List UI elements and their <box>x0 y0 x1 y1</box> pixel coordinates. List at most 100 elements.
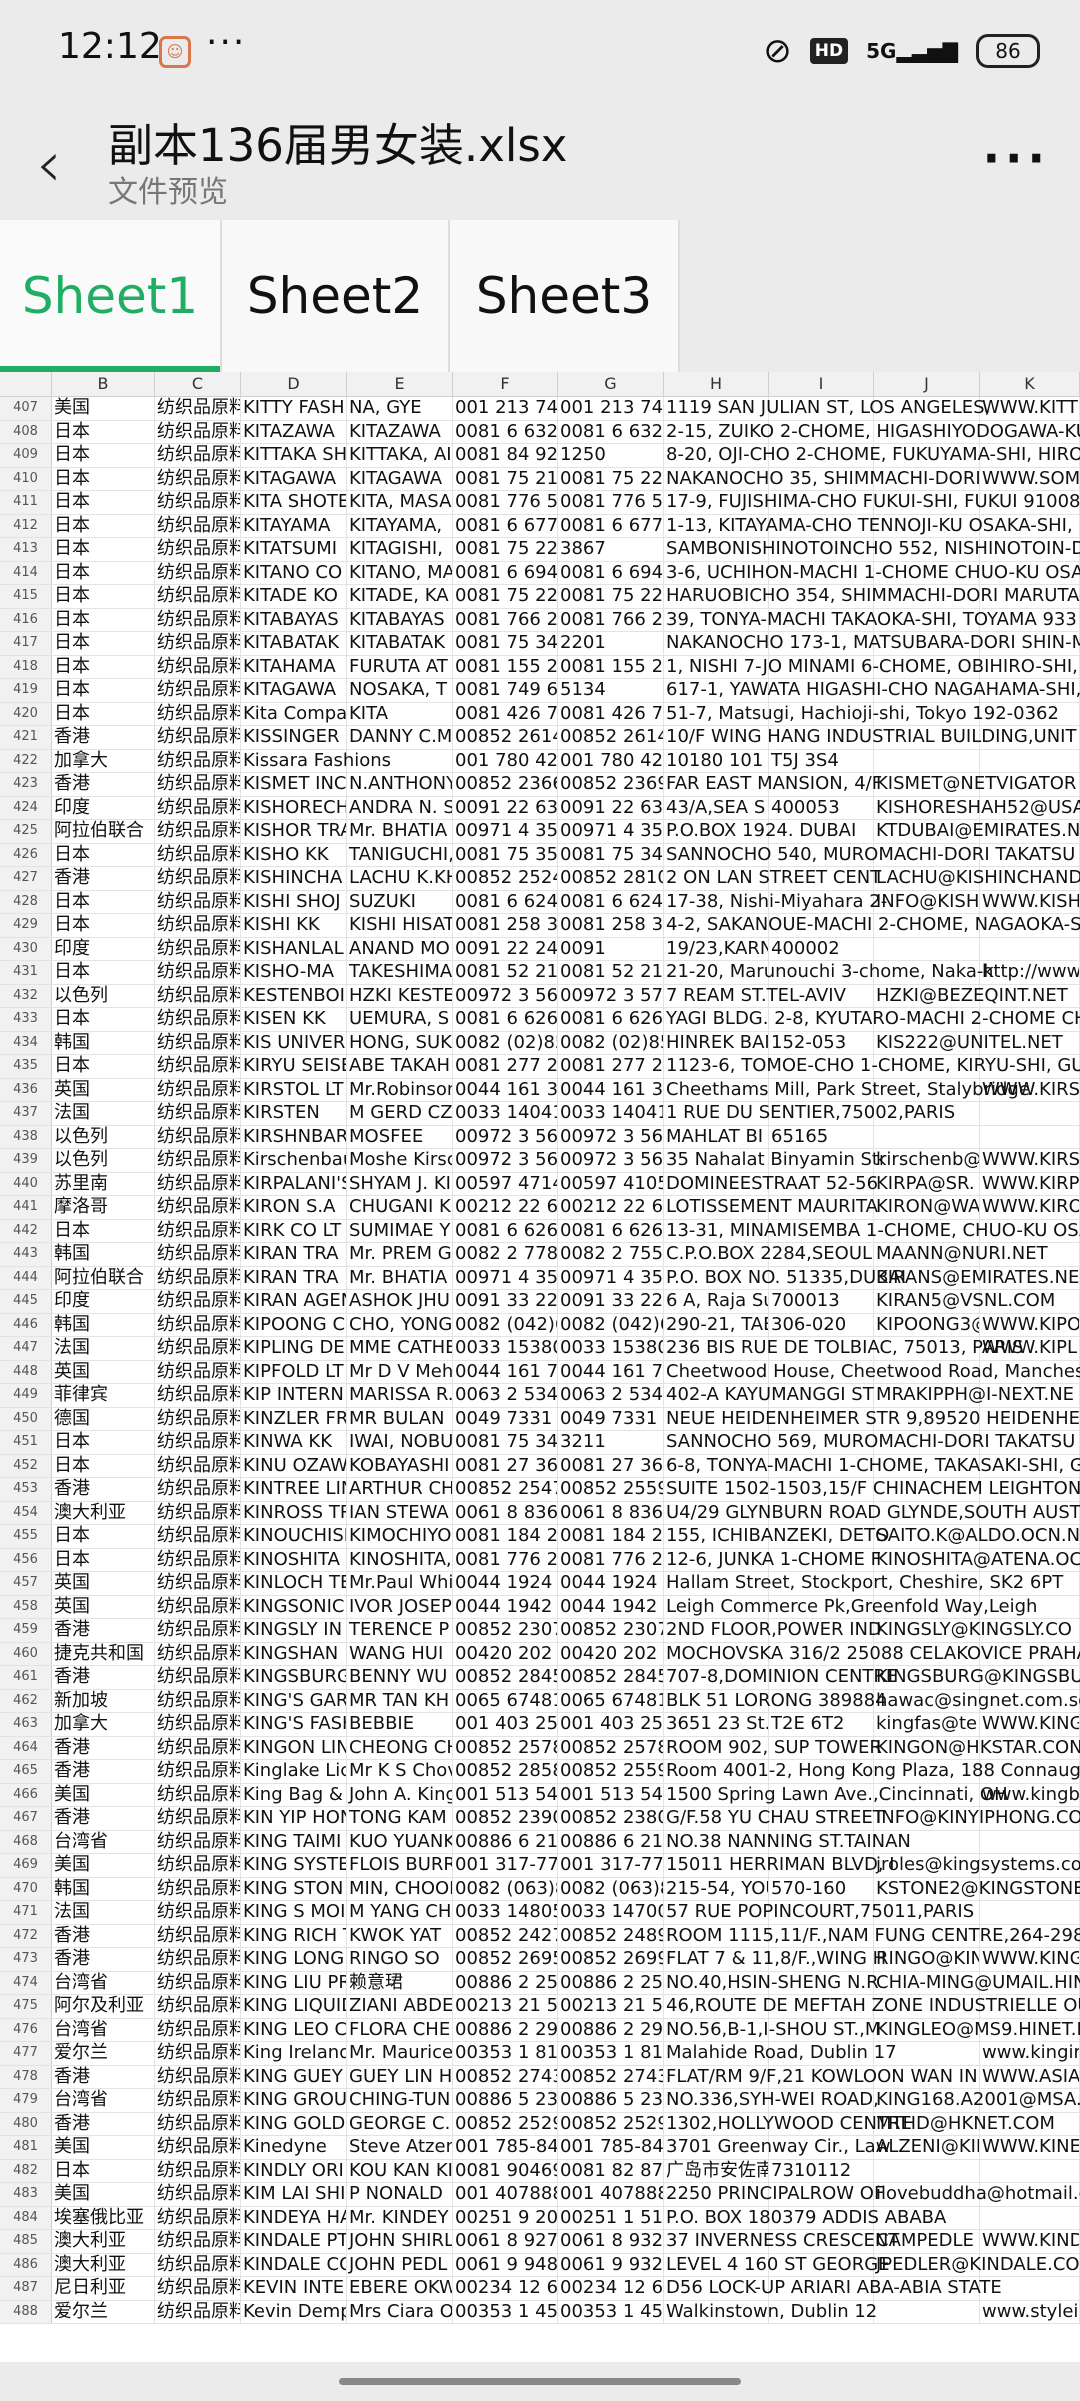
cell-g[interactable]: 001 780 42 <box>558 749 664 772</box>
cell-b[interactable]: 埃塞俄比亚 <box>52 2206 155 2229</box>
cell-f[interactable]: 0081 75 221 <box>453 538 558 561</box>
cell-f[interactable]: 0063 2 534 <box>453 1384 558 1407</box>
row-number[interactable]: 488 <box>0 2300 52 2323</box>
cell-b[interactable]: 阿尔及利亚 <box>52 1995 155 2018</box>
cell-c[interactable]: 纺织品原料 <box>155 1501 241 1524</box>
cell-g[interactable]: 001 317-776 <box>558 1854 664 1877</box>
cell-g[interactable]: 00852 2743 <box>558 2065 664 2088</box>
row-number[interactable]: 447 <box>0 1337 52 1360</box>
cell-b[interactable]: 香港 <box>52 1807 155 1830</box>
cell-h[interactable]: 1 RUE DU SENTIER,75002,PARIS <box>664 1102 955 1125</box>
row-number[interactable]: 443 <box>0 1243 52 1266</box>
cell-h[interactable]: 39, TONYA-MACHI TAKAOKA-SHI, TOYAMA 933 <box>664 608 1077 631</box>
cell-b[interactable]: 日本 <box>52 2159 155 2182</box>
row-number[interactable]: 472 <box>0 1924 52 1947</box>
cell-f[interactable]: 00886 5 23 <box>453 2089 558 2112</box>
cell-k[interactable] <box>980 937 1080 960</box>
cell-h[interactable]: 10180 101 St <box>664 749 769 772</box>
cell-k[interactable] <box>980 749 1080 772</box>
cell-f[interactable]: 00852 2366 <box>453 773 558 796</box>
cell-f[interactable]: 0081 258 35 <box>453 914 558 937</box>
cell-h[interactable]: 6-8, TONYA-MACHI 1-CHOME, TAKASAKI-SHI, … <box>664 1454 1080 1477</box>
cell-b[interactable]: 日本 <box>52 585 155 608</box>
row-number[interactable]: 431 <box>0 961 52 984</box>
cell-b[interactable]: 韩国 <box>52 1313 155 1336</box>
cell-d[interactable]: KIRAN TRA <box>241 1266 347 1289</box>
cell-h[interactable]: 35 Nahalat Binyamin Str <box>664 1149 886 1172</box>
cell-f[interactable]: 00251 9 20 <box>453 2206 558 2229</box>
cell-c[interactable]: 纺织品原料 <box>155 1384 241 1407</box>
cell-c[interactable]: 纺织品原料 <box>155 655 241 678</box>
cell-e[interactable]: Moshe Kirsc <box>347 1149 453 1172</box>
cell-c[interactable]: 纺织品原料 <box>155 632 241 655</box>
cell-e[interactable]: TERENCE P <box>347 1619 453 1642</box>
cell-h[interactable]: 2-15, ZUIKO 2-CHOME, HIGASHIYODOGAWA-KU <box>664 420 1080 443</box>
row-number[interactable]: 442 <box>0 1219 52 1242</box>
cell-k[interactable]: WWW.SOM <box>980 467 1080 490</box>
cell-j[interactable]: SAITO.K@ALDO.OCN.N <box>874 1525 1080 1548</box>
cell-d[interactable]: KINGSBURG <box>241 1666 347 1689</box>
cell-h[interactable]: 12-6, JUNKA 1-CHOME F <box>664 1548 881 1571</box>
cell-g[interactable]: 00852 2559 <box>558 1478 664 1501</box>
cell-g[interactable]: 0082 2 755 <box>558 1243 664 1266</box>
row-number[interactable]: 446 <box>0 1313 52 1336</box>
cell-g[interactable]: 0082 (02)85 <box>558 1031 664 1054</box>
cell-b[interactable]: 加拿大 <box>52 749 155 772</box>
cell-d[interactable]: KING LIU PR <box>241 1971 347 1994</box>
cell-h[interactable]: NAKANOCHO 35, SHIMMACHI-DORI <box>664 467 981 490</box>
cell-g[interactable]: 00886 6 213 <box>558 1830 664 1853</box>
cell-d[interactable]: KINDEYA HA <box>241 2206 347 2229</box>
cell-e[interactable]: Mr. Maurice <box>347 2042 453 2065</box>
cell-h[interactable]: Malahide Road, Dublin 17 <box>664 2042 897 2065</box>
cell-g[interactable]: 00251 1 513 <box>558 2206 664 2229</box>
cell-h[interactable]: 155, ICHIBANZEKI, DETO <box>664 1525 889 1548</box>
row-number[interactable]: 481 <box>0 2136 52 2159</box>
cell-d[interactable]: KISHO KK <box>241 843 347 866</box>
cell-g[interactable]: 0044 1942 <box>558 1595 664 1618</box>
cell-g[interactable]: 0082 (042)6 <box>558 1313 664 1336</box>
cell-f[interactable]: 0081 6 6261 <box>453 1008 558 1031</box>
cell-c[interactable]: 纺织品原料 <box>155 961 241 984</box>
row-number[interactable]: 407 <box>0 397 52 420</box>
cell-h[interactable]: 17-38, Nishi-Miyahara 2- <box>664 890 887 913</box>
cell-b[interactable]: 日本 <box>52 491 155 514</box>
cell-g[interactable]: 0061 8 836 <box>558 1501 664 1524</box>
cell-k[interactable]: WWW.KINE <box>980 2136 1080 2159</box>
cell-e[interactable]: KOU KAN KI <box>347 2159 453 2182</box>
cell-h[interactable]: 10/F WING HANG INDUSTRIAL BUILDING,UNIT … <box>664 726 1080 749</box>
row-number[interactable]: 478 <box>0 2065 52 2088</box>
cell-j[interactable]: KINGON@HKSTAR.CON <box>874 1736 1080 1759</box>
cell-f[interactable]: 001 407888 <box>453 2183 558 2206</box>
cell-d[interactable]: KINDALE PT <box>241 2230 347 2253</box>
cell-f[interactable]: 00597 4714 <box>453 1172 558 1195</box>
row-number[interactable]: 473 <box>0 1948 52 1971</box>
cell-d[interactable]: KIRK CO LT <box>241 1219 347 1242</box>
cell-h[interactable]: 51-7, Matsugi, Hachioji-shi, Tokyo 192-0… <box>664 702 1059 725</box>
cell-c[interactable]: 纺织品原料 <box>155 1337 241 1360</box>
cell-f[interactable]: 0082 (063)8 <box>453 1877 558 1900</box>
cell-h[interactable]: SUITE 1502-1503,15/F CHINACHEM LEIGHTON … <box>664 1478 1080 1501</box>
row-number[interactable]: 417 <box>0 632 52 655</box>
cell-g[interactable]: 0081 766 21 <box>558 608 664 631</box>
cell-h[interactable]: 46,ROUTE DE MEFTAH ZONE INDUSTRIELLE OU <box>664 1995 1080 2018</box>
cell-i[interactable]: T2E 6T2 <box>769 1713 874 1736</box>
cell-b[interactable]: 爱尔兰 <box>52 2042 155 2065</box>
cell-b[interactable]: 日本 <box>52 961 155 984</box>
cell-f[interactable]: 00852 2614 <box>453 726 558 749</box>
cell-c[interactable]: 纺织品原料 <box>155 890 241 913</box>
cell-k[interactable]: WWW.KISH <box>980 890 1080 913</box>
row-number[interactable]: 436 <box>0 1078 52 1101</box>
cell-g[interactable]: 00971 4 353 <box>558 820 664 843</box>
column-header-j[interactable]: J <box>874 372 980 396</box>
cell-h[interactable]: P.O.BOX 1924. DUBAI <box>664 820 856 843</box>
cell-c[interactable]: 纺织品原料 <box>155 1760 241 1783</box>
cell-f[interactable]: 0081 749 62 <box>453 679 558 702</box>
cell-d[interactable]: KINOSHITA <box>241 1548 347 1571</box>
cell-f[interactable]: 0044 161 33 <box>453 1078 558 1101</box>
cell-g[interactable]: 0081 277 22 <box>558 1055 664 1078</box>
row-number[interactable]: 423 <box>0 773 52 796</box>
cell-g[interactable]: 0081 258 35 <box>558 914 664 937</box>
cell-e[interactable]: CHING-TUN <box>347 2089 453 2112</box>
cell-g[interactable]: 0081 6 6943 <box>558 561 664 584</box>
cell-h[interactable]: LEVEL 4 160 ST GEORGE <box>664 2253 890 2276</box>
